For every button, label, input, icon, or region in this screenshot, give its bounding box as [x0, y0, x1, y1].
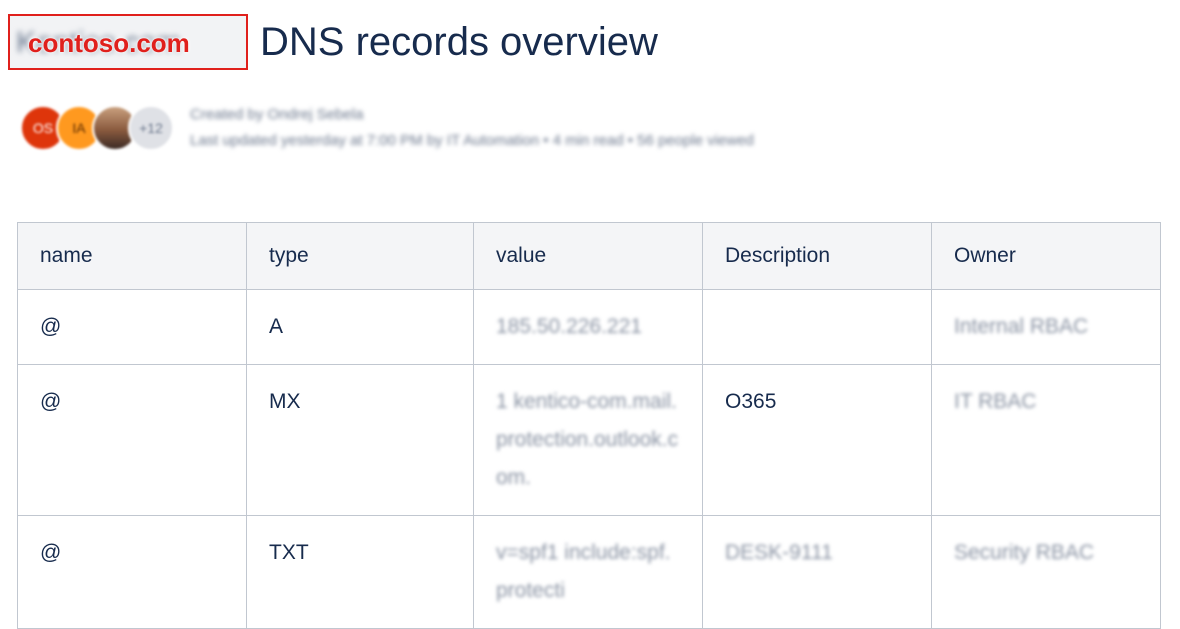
last-updated-text: Last updated yesterday at 7:00 PM by IT … [190, 132, 754, 149]
cell-description: DESK-9111 [702, 515, 932, 629]
cell-owner: Security RBAC [931, 515, 1161, 629]
cell-description [702, 289, 932, 365]
redaction-box: Kentico.com contoso.com [8, 14, 248, 70]
table-row: @ A 185.50.226.221 Internal RBAC [17, 289, 1161, 365]
cell-name: @ [17, 289, 247, 365]
table-header-row: name type value Description Owner [17, 222, 1161, 290]
column-header-owner: Owner [931, 222, 1161, 290]
cell-type: A [246, 289, 474, 365]
table-row: @ MX 1 kentico-com.mail.protection.outlo… [17, 364, 1161, 516]
column-header-type: type [246, 222, 474, 290]
cell-owner: IT RBAC [931, 364, 1161, 516]
contributor-avatars[interactable]: OS IA +12 [20, 105, 174, 151]
cell-name: @ [17, 515, 247, 629]
page-metadata: Created by Ondrej Sebela Last updated ye… [190, 102, 754, 154]
cell-owner: Internal RBAC [931, 289, 1161, 365]
table-row: @ TXT v=spf1 include:spf.protecti DESK-9… [17, 515, 1161, 629]
more-contributors-avatar[interactable]: +12 [128, 105, 174, 151]
dns-records-table: name type value Description Owner @ A 18… [17, 222, 1161, 629]
cell-value: v=spf1 include:spf.protecti [473, 515, 703, 629]
cell-type: MX [246, 364, 474, 516]
page-byline: OS IA +12 Created by Ondrej Sebela Last … [20, 102, 754, 154]
column-header-value: value [473, 222, 703, 290]
column-header-name: name [17, 222, 247, 290]
cell-value: 185.50.226.221 [473, 289, 703, 365]
title-row: Kentico.com contoso.com DNS records over… [8, 12, 658, 72]
redaction-label: contoso.com [28, 28, 190, 58]
created-by-text: Created by Ondrej Sebela [190, 106, 364, 123]
cell-type: TXT [246, 515, 474, 629]
dns-records-table-wrapper: name type value Description Owner @ A 18… [17, 222, 1161, 629]
cell-value: 1 kentico-com.mail.protection.outlook.co… [473, 364, 703, 516]
column-header-description: Description [702, 222, 932, 290]
cell-description: O365 [702, 364, 932, 516]
cell-name: @ [17, 364, 247, 516]
page-title: DNS records overview [260, 19, 658, 64]
